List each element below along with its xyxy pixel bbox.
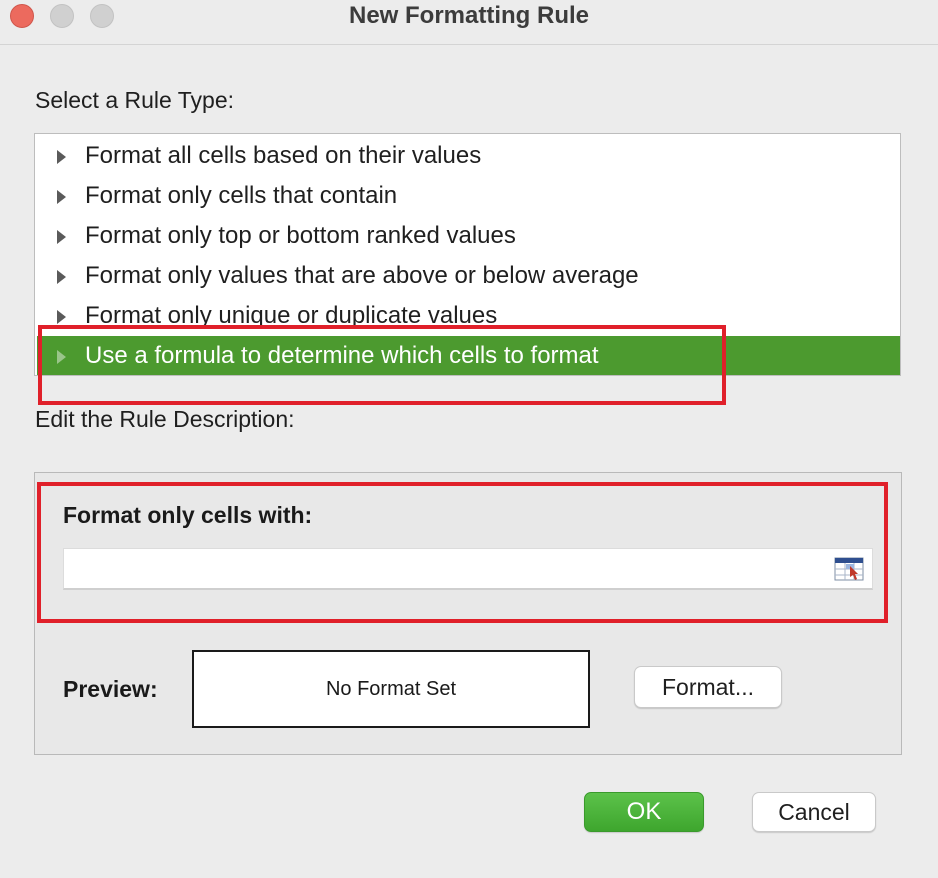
preview-label: Preview: xyxy=(63,676,158,702)
annotation-highlight-box xyxy=(38,325,726,405)
rule-type-heading: Select a Rule Type: xyxy=(35,87,235,113)
rule-type-item[interactable]: Format only cells that contain xyxy=(37,176,900,216)
rule-type-item-label: Format only cells that contain xyxy=(85,182,398,209)
rule-type-item[interactable]: Format only top or bottom ranked values xyxy=(37,216,900,256)
title-bar: New Formatting Rule xyxy=(0,0,938,45)
annotation-highlight-box xyxy=(37,482,888,623)
format-preview: No Format Set xyxy=(192,650,590,728)
disclosure-arrow-icon xyxy=(57,270,66,284)
format-button[interactable]: Format... xyxy=(634,666,782,708)
disclosure-arrow-icon xyxy=(57,310,66,324)
disclosure-arrow-icon xyxy=(57,190,66,204)
window-title: New Formatting Rule xyxy=(348,2,589,29)
ok-button[interactable]: OK xyxy=(584,792,704,832)
disclosure-arrow-icon xyxy=(57,230,66,244)
rule-type-item[interactable]: Format all cells based on their values xyxy=(37,136,900,176)
disclosure-arrow-icon xyxy=(57,150,66,164)
rule-type-item-label: Format only values that are above or bel… xyxy=(85,262,639,289)
cancel-button[interactable]: Cancel xyxy=(752,792,876,832)
rule-type-item-label: Format only top or bottom ranked values xyxy=(85,222,516,249)
rule-description-heading: Edit the Rule Description: xyxy=(35,406,295,432)
rule-type-item[interactable]: Format only values that are above or bel… xyxy=(37,256,900,296)
rule-type-item-label: Format all cells based on their values xyxy=(85,142,482,169)
new-formatting-rule-dialog: New Formatting Rule Select a Rule Type: … xyxy=(0,0,938,878)
preview-text: No Format Set xyxy=(325,678,457,700)
